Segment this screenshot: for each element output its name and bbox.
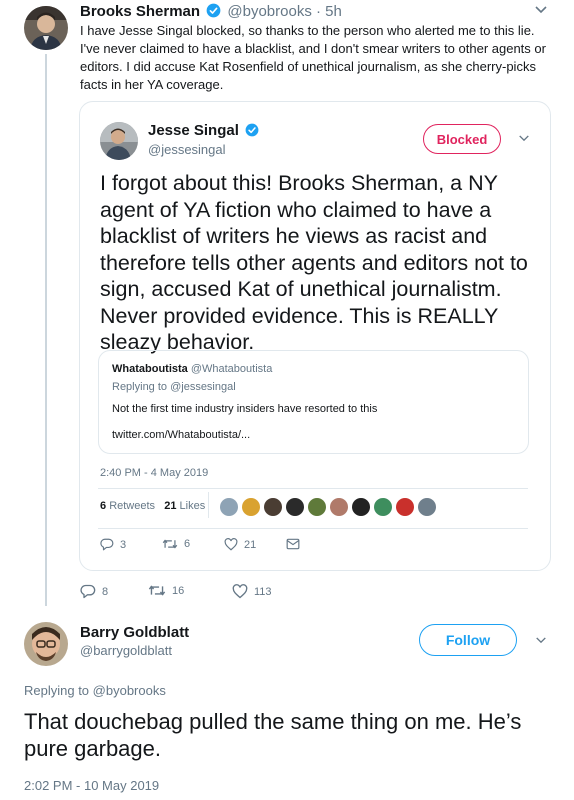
retweet-action[interactable]: 16	[148, 584, 184, 597]
quoted-tweet-card[interactable]: Jesse Singal @jessesingal Blocked I forg…	[79, 101, 551, 571]
verified-badge-icon	[245, 123, 259, 141]
retweets-count[interactable]: 6	[100, 500, 106, 512]
like-icon	[232, 584, 248, 599]
replying-to: Replying to @byobrooks	[24, 683, 166, 698]
inner-quote-text: Not the first time industry insiders hav…	[112, 403, 378, 415]
like-action[interactable]: 21	[224, 538, 256, 551]
jesse-avatar[interactable]	[100, 122, 138, 160]
top-tweet-time[interactable]: 5h	[325, 3, 342, 20]
direct-message-icon	[286, 538, 300, 550]
quoted-tweet-text: I forgot about this! Brooks Sherman, a N…	[100, 171, 528, 354]
likes-label[interactable]: Likes	[180, 500, 206, 512]
divider	[98, 528, 528, 529]
inner-quote-handle: @Whataboutista	[190, 363, 273, 375]
replying-handle-link[interactable]: @byobrooks	[93, 683, 166, 698]
chevron-down-icon[interactable]	[518, 130, 530, 148]
retweet-count: 16	[172, 584, 185, 597]
like-icon	[224, 538, 238, 551]
retweet-icon	[162, 538, 178, 550]
reply-icon	[100, 538, 114, 551]
reply-icon	[80, 584, 96, 599]
quoted-tweet-stats: 6 Retweets 21 Likes	[100, 500, 205, 512]
like-count: 21	[244, 538, 257, 551]
liker-avatar[interactable]	[352, 498, 370, 516]
retweet-icon	[148, 584, 166, 597]
liker-avatar[interactable]	[374, 498, 392, 516]
liker-avatar[interactable]	[396, 498, 414, 516]
reply-tweet-text: That douchebag pulled the same thing on …	[24, 709, 522, 761]
reply-tweet-handle[interactable]: @barrygoldblatt	[80, 643, 172, 658]
liker-avatar[interactable]	[308, 498, 326, 516]
like-count: 113	[254, 585, 272, 598]
divider	[98, 488, 528, 489]
inner-quote-replying: Replying to @jessesingal	[112, 381, 236, 393]
quoted-tweet-name[interactable]: Jesse Singal	[148, 122, 261, 141]
inner-quoted-tweet[interactable]: Whataboutista @Whataboutista Replying to…	[98, 350, 529, 454]
retweets-label[interactable]: Retweets	[109, 500, 155, 512]
top-tweet-name[interactable]: Brooks Sherman	[80, 3, 200, 20]
quoted-tweet-name-text: Jesse Singal	[148, 122, 239, 139]
quoted-tweet-handle[interactable]: @jessesingal	[148, 142, 226, 157]
stats-separator	[208, 492, 209, 518]
separator-dot: ·	[316, 3, 321, 20]
reply-tweet-name[interactable]: Barry Goldblatt	[80, 624, 189, 641]
like-action[interactable]: 113	[232, 584, 272, 599]
liker-avatar[interactable]	[242, 498, 260, 516]
reply-count: 3	[120, 538, 127, 551]
verified-badge-icon	[206, 3, 221, 23]
reply-action[interactable]: 3	[100, 538, 126, 551]
reply-action[interactable]: 8	[80, 584, 108, 599]
reply-tweet-timestamp[interactable]: 2:02 PM - 10 May 2019	[24, 778, 159, 793]
top-tweet-text: I have Jesse Singal blocked, so thanks t…	[80, 23, 546, 92]
inner-quote-link[interactable]: twitter.com/Whataboutista/...	[112, 429, 250, 441]
liker-avatar[interactable]	[220, 498, 238, 516]
brooks-avatar[interactable]	[24, 6, 68, 50]
chevron-down-icon[interactable]	[535, 632, 547, 650]
top-tweet-handle[interactable]: @byobrooks	[227, 3, 311, 20]
top-tweet-header: Brooks Sherman @byobrooks · 5h	[80, 3, 342, 23]
blocked-button[interactable]: Blocked	[423, 124, 501, 154]
liker-avatar[interactable]	[330, 498, 348, 516]
retweet-action[interactable]: 6	[162, 538, 190, 550]
quoted-tweet-timestamp[interactable]: 2:40 PM - 4 May 2019	[100, 467, 208, 479]
direct-message-action[interactable]	[286, 538, 300, 550]
liker-avatar[interactable]	[418, 498, 436, 516]
thread-line	[45, 54, 47, 606]
barry-avatar[interactable]	[24, 622, 68, 666]
likes-count[interactable]: 21	[164, 500, 176, 512]
replying-prefix: Replying to	[24, 683, 90, 698]
inner-quote-name: Whataboutista	[112, 363, 188, 375]
liker-avatar[interactable]	[286, 498, 304, 516]
follow-button[interactable]: Follow	[419, 624, 517, 656]
chevron-down-icon[interactable]	[534, 2, 548, 20]
liker-avatar[interactable]	[264, 498, 282, 516]
reply-count: 8	[102, 585, 109, 598]
retweet-count: 6	[184, 538, 191, 550]
inner-quote-header: Whataboutista @Whataboutista	[112, 363, 272, 375]
